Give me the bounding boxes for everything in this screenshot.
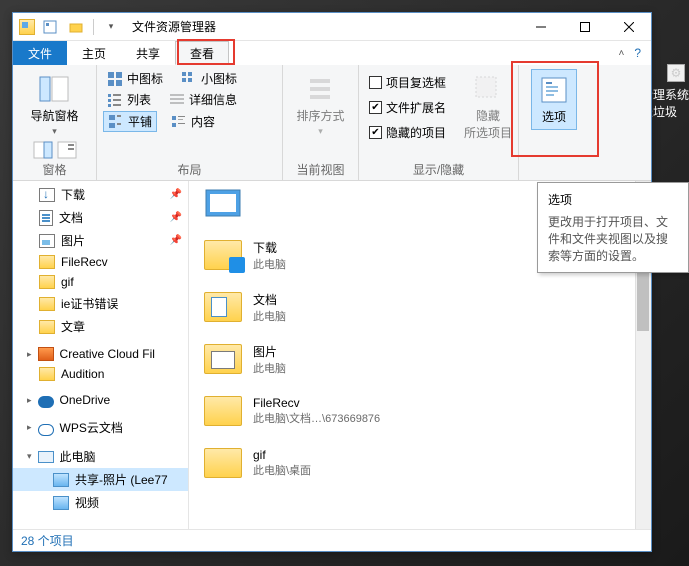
layout-list[interactable]: 列表 [103,90,155,109]
nav-pane-button[interactable]: 导航窗格 ▾ [24,69,84,141]
file-item[interactable]: gif此电脑\桌面 [199,437,641,489]
nav-gif[interactable]: gif [13,272,188,292]
nav-audition[interactable]: Audition [13,364,188,384]
ribbon-tabs: 文件 主页 共享 查看 ˄ ? [13,41,651,65]
file-sub: 此电脑 [253,256,286,272]
desktop-gear-icon[interactable]: ⚙ [667,64,685,82]
sort-button[interactable]: 排序方式 ▾ [290,69,350,141]
nav-share-photos[interactable]: 共享-照片 (Lee77 [13,468,188,491]
layout-tiles[interactable]: 平铺 [103,111,157,132]
nav-thispc[interactable]: ▾此电脑 [13,445,188,468]
file-name: 图片 [253,343,286,360]
nav-documents[interactable]: 文档📌 [13,206,188,229]
file-sub: 此电脑\桌面 [253,462,311,478]
status-count: 28 个项目 [21,532,74,549]
nav-downloads[interactable]: 下载📌 [13,183,188,206]
file-item[interactable]: 图片此电脑 [199,333,641,385]
qat-properties-icon[interactable] [39,16,61,38]
checkbox-hidden-items[interactable]: 隐藏的项目 [365,123,450,142]
file-name: FileRecv [253,396,380,410]
nav-pictures[interactable]: 图片📌 [13,229,188,252]
file-name: gif [253,448,311,462]
ribbon-view: 导航窗格 ▾ 窗格 中图标 小图标 列表 详细信息 [13,65,651,181]
checkbox-item-checkboxes[interactable]: 项目复选框 [365,73,450,92]
nav-filerecv[interactable]: FileRecv [13,252,188,272]
file-name: 下载 [253,239,286,256]
ribbon-collapse-icon[interactable]: ˄ [618,48,624,59]
tab-view[interactable]: 查看 [175,41,229,65]
help-icon[interactable]: ? [634,46,641,60]
file-sub: 此电脑\文档…\673669876 [253,410,380,426]
file-sub: 此电脑 [253,360,286,376]
qat-dropdown-icon[interactable]: ▾ [100,16,122,38]
layout-small-icons[interactable]: 小图标 [177,69,241,88]
nav-video[interactable]: 视频 [13,491,188,514]
file-item[interactable]: 文档此电脑 [199,281,641,333]
options-button[interactable]: 选项 [531,69,577,130]
status-bar: 28 个项目 [13,529,651,551]
tab-file[interactable]: 文件 [13,41,67,65]
details-pane-icon[interactable] [57,141,77,159]
tab-share[interactable]: 共享 [121,41,175,65]
qat-newfolder-icon[interactable] [65,16,87,38]
layout-details[interactable]: 详细信息 [165,90,241,109]
explorer-window: ▾ 文件资源管理器 文件 主页 共享 查看 ˄ ? [12,12,652,552]
window-title: 文件资源管理器 [132,18,216,35]
nav-ccf[interactable]: ▸Creative Cloud Fil [13,344,188,364]
app-icon [19,19,35,35]
nav-tree[interactable]: 下载📌 文档📌 图片📌 FileRecv gif ie证书错误 文章 ▸Crea… [13,181,189,529]
close-button[interactable] [607,13,651,41]
titlebar: ▾ 文件资源管理器 [13,13,651,41]
tab-home[interactable]: 主页 [67,41,121,65]
nav-articles[interactable]: 文章 [13,315,188,338]
preview-pane-icon[interactable] [33,141,53,159]
checkbox-file-ext[interactable]: 文件扩展名 [365,98,450,117]
options-tooltip: 选项 更改用于打开项目、文件和文件夹视图以及搜索等方面的设置。 [537,182,689,273]
file-sub: 此电脑 [253,308,286,324]
maximize-button[interactable] [563,13,607,41]
hide-selected-button[interactable]: 隐藏 所选项目 [458,69,518,145]
layout-content[interactable]: 内容 [167,111,219,132]
nav-wps[interactable]: ▸WPS云文档 [13,416,188,439]
nav-onedrive[interactable]: ▸OneDrive [13,390,188,410]
nav-ie-error[interactable]: ie证书错误 [13,292,188,315]
file-item[interactable]: FileRecv此电脑\文档…\673669876 [199,385,641,437]
file-name: 文档 [253,291,286,308]
layout-medium-icons[interactable]: 中图标 [103,69,167,88]
minimize-button[interactable] [519,13,563,41]
